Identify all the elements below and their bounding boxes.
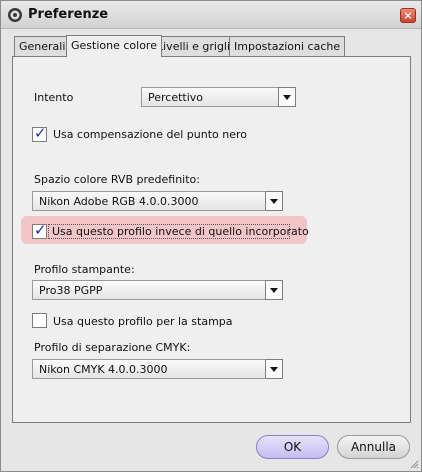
cmyk-profile-value: Nikon CMYK 4.0.0.3000: [39, 363, 168, 376]
use-profile-label: Usa questo profilo invece di quello inco…: [52, 225, 309, 238]
rgb-space-dropdown-arrow[interactable]: [265, 191, 283, 211]
tab-general[interactable]: Generali: [14, 36, 71, 56]
title-bar[interactable]: Preferenze ×: [1, 1, 421, 29]
cmyk-profile-label: Profilo di separazione CMYK:: [34, 341, 191, 354]
cmyk-profile-dropdown[interactable]: Nikon CMYK 4.0.0.3000: [32, 359, 266, 379]
printer-profile-value: Pro38 PGPP: [39, 284, 103, 297]
tab-color-management[interactable]: Gestione colore: [66, 35, 162, 57]
chevron-down-icon: [270, 199, 278, 204]
use-for-print-checkbox[interactable]: [32, 313, 47, 328]
intent-value: Percettivo: [148, 91, 204, 104]
chevron-down-icon: [270, 367, 278, 372]
preferences-window: Preferenze × Generali Gestione colore Li…: [0, 0, 422, 472]
chevron-down-icon: [283, 95, 291, 100]
use-for-print-label: Usa questo profilo per la stampa: [53, 315, 233, 328]
window-title: Preferenze: [28, 7, 109, 22]
check-icon: ✓: [34, 124, 47, 142]
tab-cache-settings[interactable]: Impostazioni cache: [229, 36, 346, 56]
black-point-checkbox[interactable]: ✓: [32, 124, 47, 142]
rgb-space-dropdown[interactable]: Nikon Adobe RGB 4.0.0.3000: [32, 191, 266, 211]
rgb-space-value: Nikon Adobe RGB 4.0.0.3000: [39, 195, 199, 208]
intent-label: Intento: [34, 91, 74, 104]
intent-dropdown-arrow[interactable]: [278, 87, 296, 107]
black-point-label: Usa compensazione del punto nero: [53, 128, 248, 141]
app-icon: [8, 8, 22, 22]
close-icon[interactable]: ×: [400, 8, 416, 23]
resize-grip-icon[interactable]: [409, 459, 419, 469]
use-profile-checkbox[interactable]: ✓: [32, 221, 47, 239]
ok-button[interactable]: OK: [256, 435, 329, 459]
intent-dropdown[interactable]: Percettivo: [141, 87, 279, 107]
printer-profile-dropdown-arrow[interactable]: [265, 280, 283, 300]
check-icon: ✓: [34, 221, 47, 239]
rgb-space-label: Spazio colore RVB predefinito:: [34, 173, 200, 186]
cmyk-profile-dropdown-arrow[interactable]: [265, 359, 283, 379]
printer-profile-label: Profilo stampante:: [34, 263, 135, 276]
cancel-button[interactable]: Annulla: [337, 435, 410, 459]
chevron-down-icon: [270, 288, 278, 293]
printer-profile-dropdown[interactable]: Pro38 PGPP: [32, 280, 266, 300]
